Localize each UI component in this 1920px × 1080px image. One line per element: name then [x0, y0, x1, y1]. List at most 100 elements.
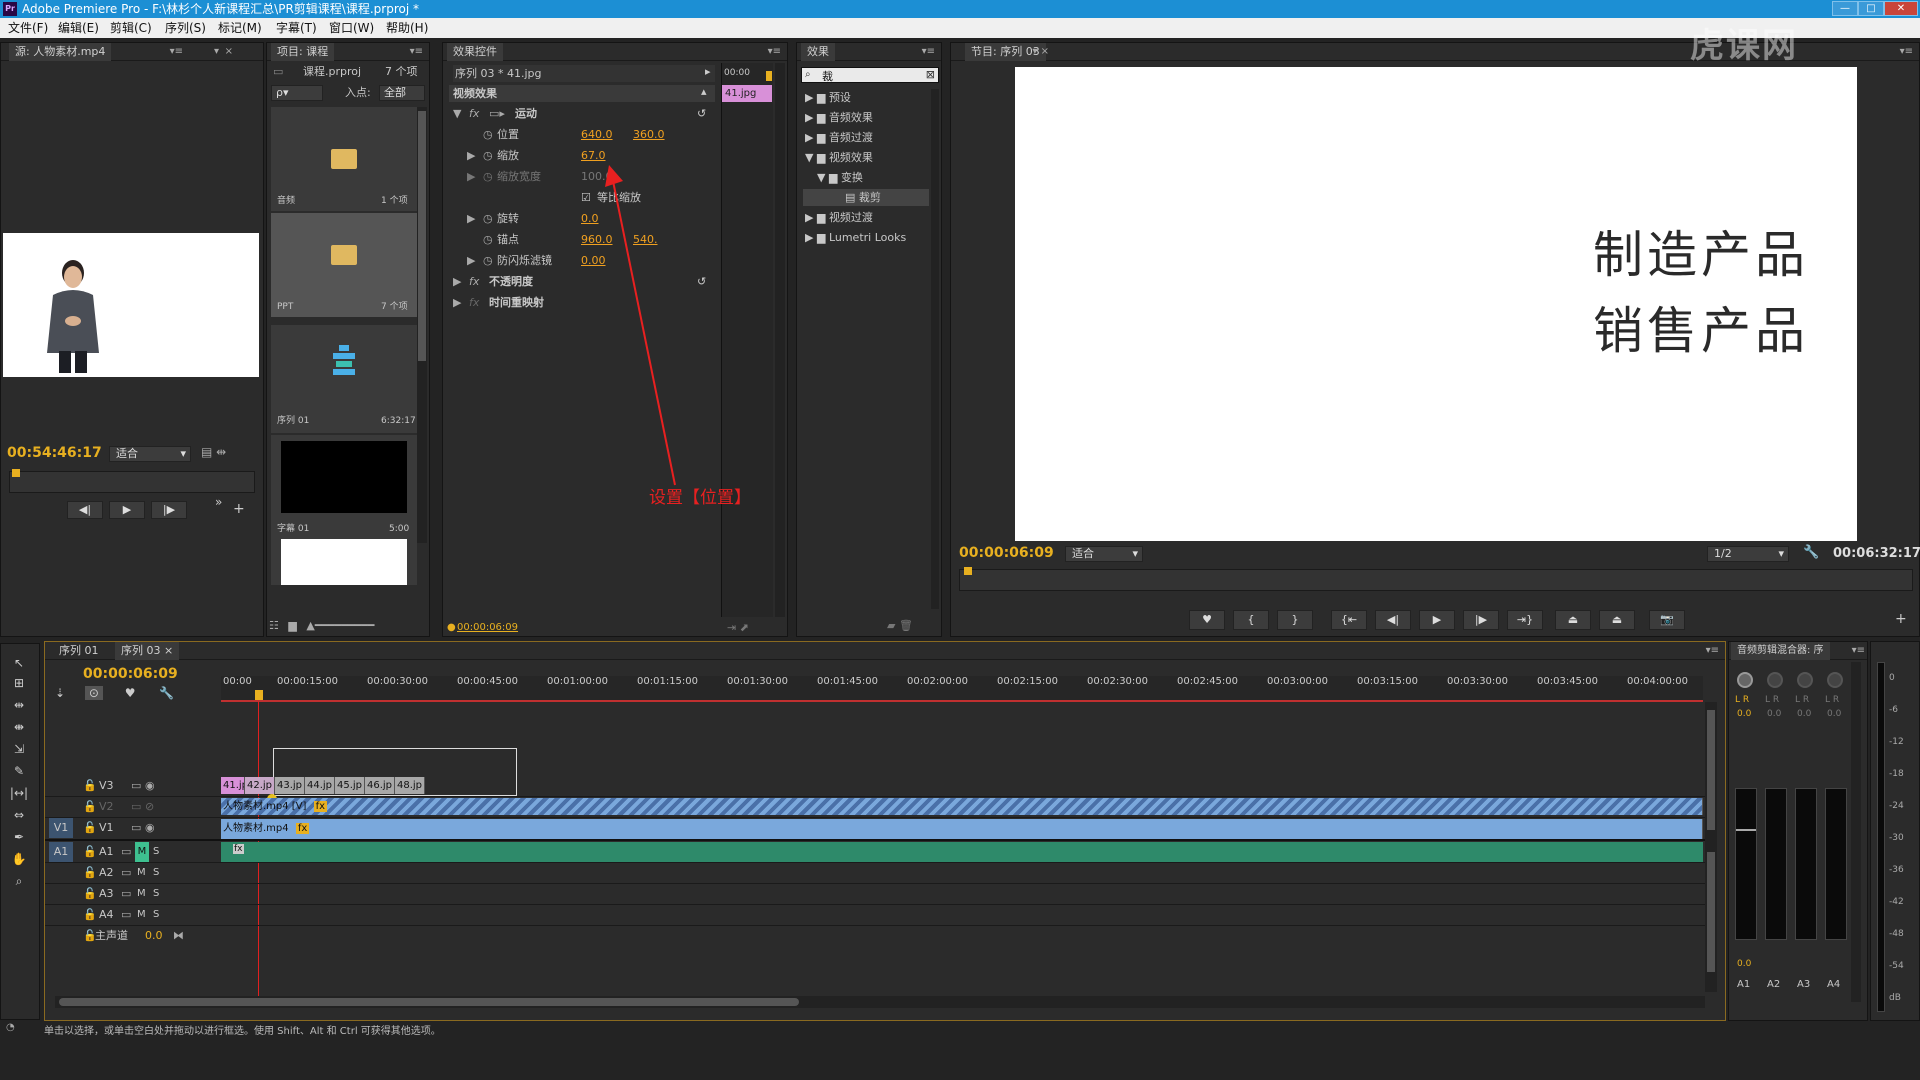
toggle-sync-icon[interactable]: ▭ [131, 818, 141, 838]
uniform-scale-checkbox[interactable]: ☑ [581, 189, 591, 206]
toggle-sync-icon[interactable]: ▭ [121, 842, 131, 862]
toggle-sync-icon[interactable]: ▭ [131, 776, 141, 796]
close-icon[interactable]: × [164, 644, 173, 657]
tab-source[interactable]: 源: 人物素材.mp4 [9, 43, 112, 61]
tree-item-audio-effects[interactable]: ▶ ▆ 音频效果 [805, 109, 929, 126]
menu-sequence[interactable]: 序列(S) [165, 18, 206, 38]
timeline-v-scrollbar[interactable] [1705, 702, 1717, 992]
lock-icon[interactable]: 🔓 [83, 905, 97, 925]
menu-marker[interactable]: 标记(M) [218, 18, 262, 38]
effect-scrollbar[interactable] [775, 63, 785, 617]
clip-v1-person[interactable]: 人物素材.mp4 fx [221, 819, 1703, 839]
tree-item-presets[interactable]: ▶ ▆ 预设 [805, 89, 929, 106]
bin-audio[interactable]: 音频 1 个项 [271, 107, 417, 211]
export-icon[interactable]: ⇥ ⬈ [727, 621, 749, 634]
go-to-out-button[interactable]: ⇥} [1507, 610, 1543, 630]
solo-button[interactable]: S [153, 842, 159, 862]
panel-menu-icon[interactable]: ▾≡ [1900, 43, 1913, 61]
add-button-icon[interactable]: + [1895, 611, 1907, 627]
collapse-icon[interactable]: ▴ [701, 85, 707, 98]
add-marker-button[interactable]: ♥ [1189, 610, 1225, 630]
program-fit-dropdown[interactable]: 适合 ▾ [1065, 546, 1143, 562]
pen-tool-icon[interactable]: ✒ [9, 828, 29, 846]
panel-menu-icon[interactable]: ▾≡ [1706, 642, 1719, 660]
dropdown-icon[interactable]: ▾ [214, 43, 219, 61]
source-timecode[interactable]: 00:54:46:17 [7, 445, 102, 462]
lock-icon[interactable]: 🔓 [83, 842, 97, 862]
effects-scrollbar[interactable] [931, 89, 939, 609]
lock-icon[interactable]: 🔓 [83, 818, 97, 838]
effects-search-input[interactable]: ⌕ 裁 ⊠ [801, 67, 939, 83]
menu-file[interactable]: 文件(F) [8, 18, 48, 38]
icon-view-icon[interactable]: ▆ [288, 619, 296, 632]
list-view-icon[interactable]: ☷ [269, 619, 279, 632]
slip-tool-icon[interactable]: |↔| [9, 784, 29, 802]
pan-value-a2[interactable]: 0.0 [1767, 706, 1781, 723]
panel-menu-icon[interactable]: ▾≡ [768, 43, 781, 61]
program-timecode[interactable]: 00:00:06:09 [959, 545, 1054, 562]
in-point-dropdown[interactable]: 全部 [379, 85, 425, 101]
mark-out-button[interactable]: } [1277, 610, 1313, 630]
tab-project[interactable]: 项目: 课程 [271, 43, 335, 61]
solo-button[interactable]: S [153, 863, 159, 883]
clip-a1-audio[interactable]: fx [221, 842, 1703, 862]
lock-icon[interactable]: 🔓 [83, 884, 97, 904]
mute-button[interactable]: M [137, 884, 146, 904]
ripple-edit-icon[interactable]: ⇹ [9, 696, 29, 714]
slide-tool-icon[interactable]: ⇔ [9, 806, 29, 824]
rate-stretch-icon[interactable]: ⇲ [9, 740, 29, 758]
export-frame-button[interactable]: 📷 [1649, 610, 1685, 630]
time-ruler[interactable]: 00:00 00:00:15:00 00:00:30:00 00:00:45:0… [221, 676, 1703, 702]
clip-v2-person[interactable]: 人物素材.mp4 [V] fx [221, 798, 1703, 815]
snap-icon[interactable]: ⇣ [55, 686, 65, 700]
clip-44[interactable]: 44.jp [305, 777, 335, 794]
zoom-tool-icon[interactable]: ⌕ [9, 872, 29, 890]
title-01-item[interactable]: 字幕 01 5:00 [271, 435, 417, 585]
mute-button[interactable]: M [135, 842, 149, 862]
clip-46[interactable]: 46.jp [365, 777, 395, 794]
play-button[interactable]: ▶ [109, 501, 145, 519]
position-y-value[interactable]: 360.0 [633, 126, 665, 143]
stopwatch-icon[interactable]: ◷ [483, 147, 493, 164]
settings-wrench-icon[interactable]: 🔧 [159, 686, 174, 700]
expand-triangle-icon[interactable]: ▶ [467, 210, 475, 227]
clear-search-icon[interactable]: ⊠ [926, 68, 935, 81]
lock-icon[interactable]: 🔓 [83, 797, 97, 817]
solo-button[interactable]: S [153, 905, 159, 925]
go-to-in-button[interactable]: {⇤ [1331, 610, 1367, 630]
tab-effects[interactable]: 效果 [801, 43, 835, 61]
add-button-icon[interactable]: + [233, 501, 245, 517]
step-forward-button[interactable]: |▶ [151, 501, 187, 519]
mute-button[interactable]: M [137, 863, 146, 883]
panel-menu-icon[interactable]: ▾≡ [410, 43, 423, 61]
panel-menu-icon[interactable]: ▾≡ [170, 43, 183, 61]
eye-icon[interactable]: ◉ [145, 818, 155, 838]
toggle-sync-icon[interactable]: ▭ [121, 905, 131, 925]
settings-icon[interactable]: ▤ ⇹ [201, 445, 226, 459]
pan-knob-a3[interactable] [1797, 672, 1813, 688]
master-volume-value[interactable]: 0.0 [145, 926, 163, 946]
expand-triangle-icon[interactable]: ▶ [453, 273, 461, 290]
pan-value-a4[interactable]: 0.0 [1827, 706, 1841, 723]
bin-ppt[interactable]: PPT 7 个项 [271, 213, 417, 317]
program-scrubber[interactable] [959, 567, 1913, 591]
menu-help[interactable]: 帮助(H) [386, 18, 428, 38]
master-toggle-icon[interactable]: ⧓ [173, 926, 184, 946]
toggle-sync-icon[interactable]: ▭ [131, 797, 141, 817]
panel-menu-icon[interactable]: ▾≡ [922, 43, 935, 61]
stopwatch-icon[interactable]: ◷ [483, 126, 493, 143]
clip-43[interactable]: 43.jp [275, 777, 305, 794]
rolling-edit-icon[interactable]: ⇼ [9, 718, 29, 736]
eye-icon[interactable]: ◉ [145, 776, 155, 796]
zoom-slider[interactable]: ▲━━━━━━━━━ [306, 619, 374, 632]
mini-clip[interactable]: 41.jpg [722, 85, 772, 102]
sequence-01-item[interactable]: 序列 01 6:32:17 [271, 325, 417, 433]
meter-a4[interactable] [1825, 788, 1847, 940]
track-select-icon[interactable]: ⊞ [9, 674, 29, 692]
tab-effect-controls[interactable]: 效果控件 [447, 43, 503, 61]
meter-a3[interactable] [1795, 788, 1817, 940]
pan-knob-a2[interactable] [1767, 672, 1783, 688]
menu-clip[interactable]: 剪辑(C) [110, 18, 152, 38]
volume-value-a1[interactable]: 0.0 [1737, 956, 1751, 973]
menu-window[interactable]: 窗口(W) [329, 18, 374, 38]
